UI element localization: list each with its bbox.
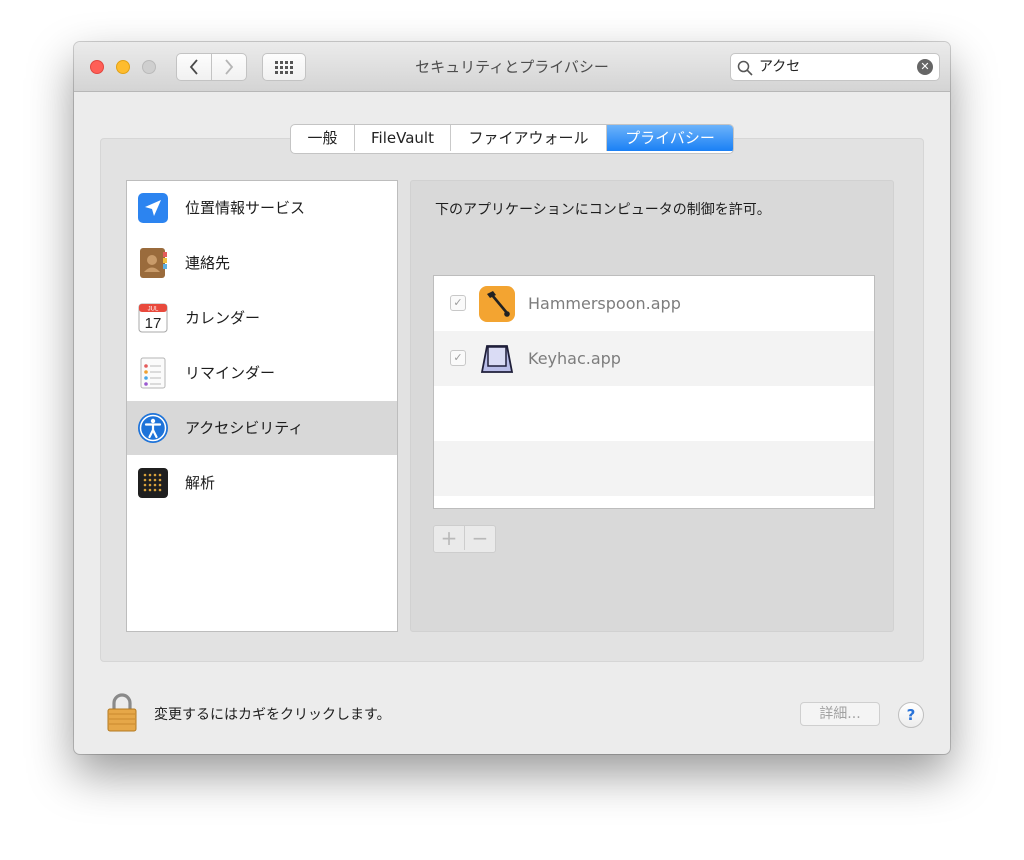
app-name: Hammerspoon.app — [528, 294, 681, 313]
list-item-contacts[interactable]: 連絡先 — [127, 236, 397, 290]
reminders-icon — [140, 357, 166, 389]
list-item-accessibility[interactable]: アクセシビリティ — [127, 401, 397, 455]
pane-description: 下のアプリケーションにコンピュータの制御を許可。 — [435, 202, 771, 218]
svg-text:17: 17 — [145, 315, 162, 332]
title-bar: セキュリティとプライバシー アクセ ✕ — [74, 42, 950, 92]
grid-icon — [275, 61, 293, 74]
zoom-window-button[interactable] — [142, 60, 156, 74]
allowed-apps-table: ✓ Hammerspoon.app ✓ Keyhac.app — [433, 275, 875, 509]
list-item-location-services[interactable]: 位置情報サービス — [127, 181, 397, 235]
list-item-label: 解析 — [185, 474, 216, 492]
clear-search-icon[interactable]: ✕ — [917, 59, 933, 75]
chevron-right-icon — [225, 59, 234, 75]
minimize-window-button[interactable] — [116, 60, 130, 74]
advanced-button[interactable]: 詳細... — [800, 702, 880, 726]
table-row[interactable]: ✓ Keyhac.app — [434, 331, 874, 386]
tab-filevault[interactable]: FileVault — [355, 125, 451, 151]
list-item-label: リマインダー — [185, 364, 276, 382]
forward-button[interactable] — [211, 53, 247, 81]
list-item-label: カレンダー — [185, 309, 261, 327]
calendar-icon: JUL 17 — [138, 303, 168, 333]
privacy-category-list: 位置情報サービス 連絡先 JUL 17 カレンダー リマインダー アクセシビリテ… — [126, 180, 398, 632]
analytics-icon — [138, 468, 168, 498]
tab-firewall[interactable]: ファイアウォール — [451, 125, 607, 151]
list-item-calendar[interactable]: JUL 17 カレンダー — [127, 291, 397, 345]
tab-bar: 一般 FileVault ファイアウォール プライバシー — [290, 124, 734, 154]
tab-privacy[interactable]: プライバシー — [607, 125, 733, 151]
location-arrow-icon — [138, 193, 168, 223]
search-field[interactable]: アクセ ✕ — [730, 53, 940, 81]
contacts-book-icon — [140, 248, 167, 278]
lock-instruction: 変更するにはカギをクリックします。 — [154, 707, 391, 723]
system-preferences-window: セキュリティとプライバシー アクセ ✕ 一般 FileVault ファイアウォー… — [74, 42, 950, 754]
table-row — [434, 386, 874, 441]
help-button[interactable]: ? — [898, 702, 924, 728]
list-item-reminders[interactable]: リマインダー — [127, 346, 397, 400]
list-item-label: アクセシビリティ — [185, 419, 304, 437]
remove-app-button[interactable]: − — [465, 526, 495, 550]
table-row[interactable]: ✓ Hammerspoon.app — [434, 276, 874, 331]
list-item-label: 位置情報サービス — [185, 199, 306, 217]
accessibility-icon — [138, 413, 168, 443]
show-all-button[interactable] — [262, 53, 306, 81]
close-window-button[interactable] — [90, 60, 104, 74]
table-row — [434, 441, 874, 496]
tab-general[interactable]: 一般 — [291, 125, 355, 151]
search-input-value[interactable]: アクセ — [759, 54, 800, 80]
add-remove-control: + − — [433, 525, 496, 553]
add-app-button[interactable]: + — [434, 526, 465, 550]
hammer-icon — [479, 286, 515, 322]
accessibility-pane: 下のアプリケーションにコンピュータの制御を許可。 ✓ Hammerspoon.a… — [410, 180, 894, 632]
list-item-label: 連絡先 — [185, 254, 231, 272]
app-enabled-checkbox[interactable]: ✓ — [450, 295, 466, 311]
list-item-analytics[interactable]: 解析 — [127, 456, 397, 510]
svg-text:JUL: JUL — [148, 307, 159, 313]
search-icon — [737, 60, 753, 76]
app-enabled-checkbox[interactable]: ✓ — [450, 350, 466, 366]
back-button[interactable] — [176, 53, 212, 81]
app-name: Keyhac.app — [528, 349, 621, 368]
chevron-left-icon — [189, 59, 198, 75]
lock-icon[interactable] — [106, 692, 138, 732]
keycap-icon — [480, 345, 514, 373]
